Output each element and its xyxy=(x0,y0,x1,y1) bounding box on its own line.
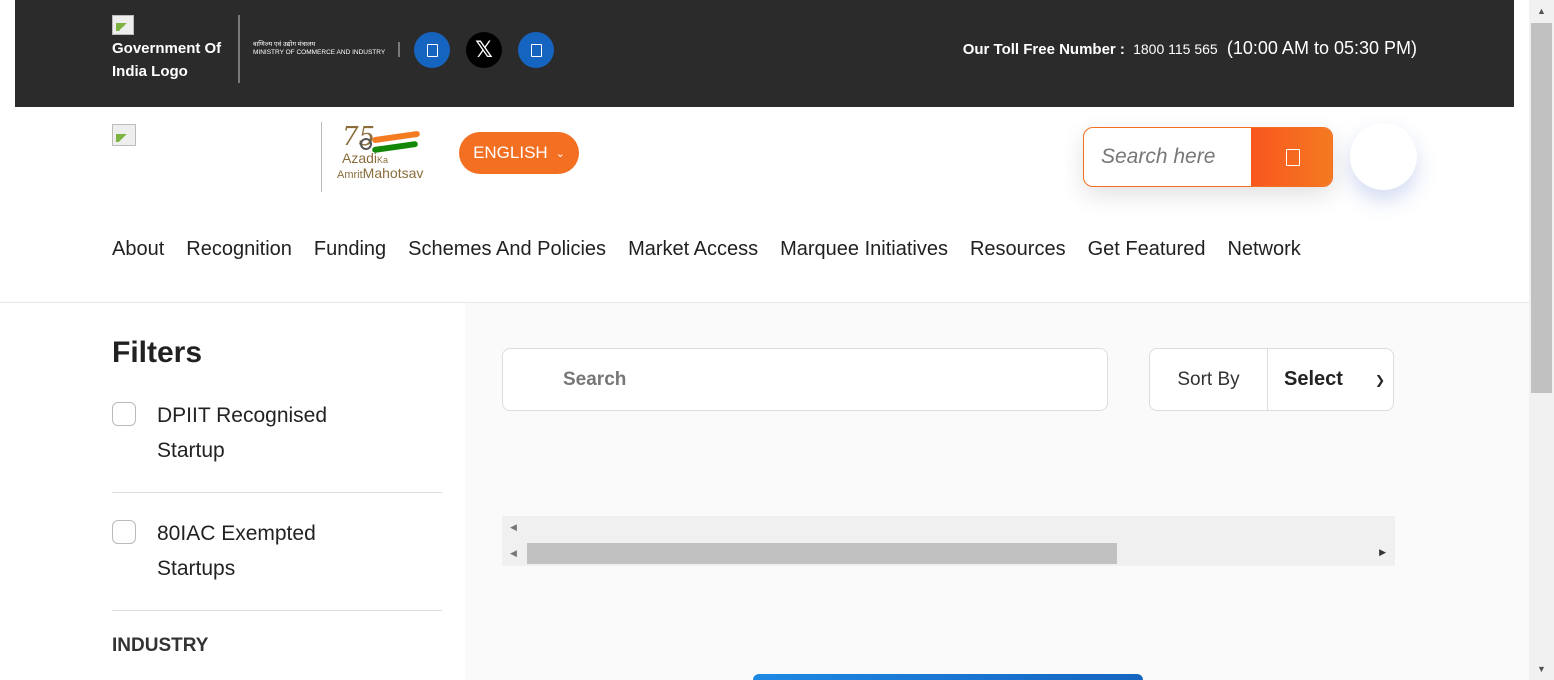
chakra-icon xyxy=(360,138,372,150)
sort-by-control: Sort By Select ❯ xyxy=(1149,348,1394,411)
x-twitter-icon: 𝕏 xyxy=(475,37,493,62)
sort-by-select[interactable]: Select ❯ xyxy=(1268,349,1393,410)
nav-item-recognition[interactable]: Recognition xyxy=(186,238,292,261)
divider xyxy=(112,492,442,493)
divider xyxy=(112,610,442,611)
page-scrollbar-thumb[interactable] xyxy=(1531,23,1552,393)
linkedin-icon xyxy=(530,43,542,57)
nav-item-market-access[interactable]: Market Access xyxy=(628,238,758,261)
page: Government Of India Logo वाणिज्य एवं उद्… xyxy=(0,0,1554,680)
80iac-exempted-label[interactable]: 80IAC Exempted Startups xyxy=(157,516,387,586)
search-icon xyxy=(1285,148,1300,166)
linkedin-button[interactable] xyxy=(518,32,554,68)
chevron-down-icon: ⌄ xyxy=(555,147,565,160)
dpiit-recognised-checkbox[interactable] xyxy=(112,402,136,426)
top-bar: Government Of India Logo वाणिज्य एवं उद्… xyxy=(15,0,1514,107)
toll-free-number[interactable]: 1800 115 565 xyxy=(1133,41,1218,57)
80iac-exempted-checkbox[interactable] xyxy=(112,520,136,544)
startup-search-input[interactable] xyxy=(503,349,1107,410)
toll-free-label: Our Toll Free Number : xyxy=(962,41,1125,58)
x-twitter-button[interactable]: 𝕏 xyxy=(466,32,502,68)
azadi-line1: AzadiKa xyxy=(342,150,389,166)
scroll-left-icon[interactable]: ◀ xyxy=(510,548,517,559)
azadi-ka-amrit-mahotsav-logo[interactable]: 75 AzadiKa AmritMahotsav xyxy=(336,122,442,184)
facebook-button[interactable] xyxy=(414,32,450,68)
gov-logo-alt-text: Government Of India Logo xyxy=(112,40,222,80)
government-of-india-logo[interactable]: Government Of India Logo xyxy=(112,15,232,83)
nav-item-network[interactable]: Network xyxy=(1227,238,1300,261)
nav-item-schemes-and-policies[interactable]: Schemes And Policies xyxy=(408,238,606,261)
filters-title: Filters xyxy=(112,336,203,369)
scroll-right-icon[interactable]: ▶ xyxy=(1379,547,1386,558)
divider xyxy=(238,15,240,83)
nav-item-resources[interactable]: Resources xyxy=(970,238,1066,261)
horizontal-scrollbar-thumb[interactable] xyxy=(527,543,1117,564)
facebook-icon xyxy=(426,43,438,57)
divider xyxy=(321,122,322,192)
header-search-input[interactable] xyxy=(1084,128,1252,186)
header-search-button[interactable] xyxy=(1251,128,1332,186)
chevron-down-icon: ❯ xyxy=(1374,372,1385,387)
nav-item-about[interactable]: About xyxy=(112,238,164,261)
sort-by-value: Select xyxy=(1284,368,1343,390)
nav-item-funding[interactable]: Funding xyxy=(314,238,386,261)
scroll-up-icon[interactable]: ▲ xyxy=(1537,6,1546,16)
azadi-line2: AmritMahotsav xyxy=(337,165,424,181)
partial-blue-button[interactable] xyxy=(753,674,1143,680)
language-dropdown[interactable]: ENGLISH ⌄ xyxy=(459,132,579,174)
scroll-left-icon[interactable]: ◀ xyxy=(510,522,517,533)
horizontal-scroll-area[interactable]: ◀ ◀ ▶ xyxy=(502,516,1395,566)
startup-india-logo[interactable] xyxy=(112,124,136,151)
industry-filter-heading[interactable]: INDUSTRY xyxy=(112,635,208,657)
page-scrollbar[interactable]: ▲ ▼ xyxy=(1529,0,1554,680)
scroll-down-icon[interactable]: ▼ xyxy=(1537,664,1546,674)
sort-by-label: Sort By xyxy=(1150,349,1268,410)
dpiit-recognised-label[interactable]: DPIIT Recognised Startup xyxy=(157,398,387,468)
ministry-english-text: MINISTRY OF COMMERCE AND INDUSTRY xyxy=(253,49,386,56)
broken-image-icon xyxy=(112,15,134,35)
header-search xyxy=(1083,127,1333,187)
divider xyxy=(398,42,400,57)
main-nav: About Recognition Funding Schemes And Po… xyxy=(112,238,1301,261)
language-label: ENGLISH xyxy=(473,143,548,162)
startup-search xyxy=(502,348,1108,411)
broken-image-icon xyxy=(112,124,136,146)
user-avatar-button[interactable] xyxy=(1350,123,1417,190)
nav-item-marquee-initiatives[interactable]: Marquee Initiatives xyxy=(780,238,948,261)
ministry-hindi-text: वाणिज्य एवं उद्योग मंत्रालय xyxy=(253,41,316,48)
ministry-logo[interactable]: वाणिज्य एवं उद्योग मंत्रालय MINISTRY OF … xyxy=(253,41,385,57)
toll-free-info: Our Toll Free Number : 1800 115 565 (10:… xyxy=(963,38,1417,59)
nav-item-get-featured[interactable]: Get Featured xyxy=(1088,238,1206,261)
toll-free-hours: (10:00 AM to 05:30 PM) xyxy=(1226,38,1417,58)
